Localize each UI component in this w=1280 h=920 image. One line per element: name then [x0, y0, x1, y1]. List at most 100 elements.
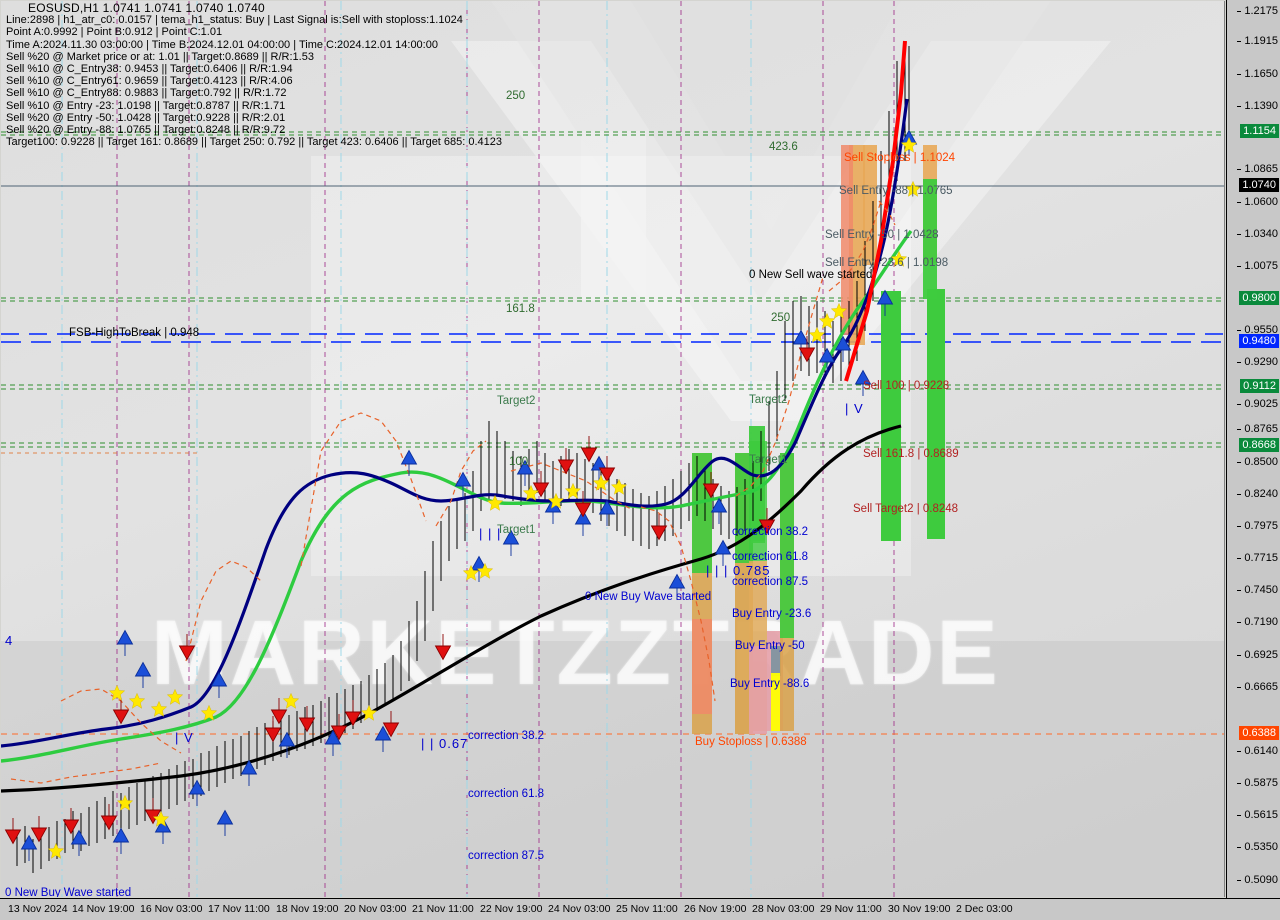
price-level-badge[interactable]: 0.9800 [1239, 291, 1279, 305]
correction-label: correction 61.8 [468, 788, 545, 800]
price-tick-label: 1.2175 [1237, 5, 1278, 17]
fibonacci-label: 423.6 [769, 141, 798, 153]
time-tick-label: 20 Nov 03:00 [344, 903, 407, 915]
tick-mark [1237, 266, 1242, 267]
price-level-badge[interactable]: 0.9112 [1240, 379, 1279, 393]
buy-level-label: Buy Stoploss | 0.6388 [695, 736, 807, 748]
tick-mark [1237, 847, 1242, 848]
info-line: Sell %10 @ Entry -23: 1.0198 || Target:0… [6, 99, 286, 112]
price-tick-label: 1.0340 [1237, 228, 1278, 240]
wave-label: | | | [479, 526, 502, 541]
price-tick-label: 0.7975 [1237, 520, 1278, 532]
tick-mark [1237, 655, 1242, 656]
sell-level-label: Sell Target2 | 0.8248 [853, 503, 959, 515]
time-tick-label: 25 Nov 11:00 [616, 903, 678, 915]
info-line: Time A:2024.11.30 03:00:00 | Time B:2024… [6, 38, 438, 51]
price-tick-label: 0.5615 [1237, 809, 1278, 821]
price-tick-label: 0.6665 [1237, 681, 1278, 693]
info-line: Sell %20 @ Market price or at: 1.01 || T… [6, 50, 314, 63]
price-level-badge[interactable]: 0.6388 [1239, 726, 1279, 740]
tick-mark [1237, 11, 1242, 12]
buy-level-label: Buy Entry -88.6 [730, 678, 810, 690]
price-tick-label: 0.8240 [1237, 488, 1278, 500]
tick-mark [1237, 362, 1242, 363]
fibonacci-label: 250 [771, 312, 791, 324]
tick-mark [1237, 751, 1242, 752]
price-level-badge[interactable]: 0.9480 [1239, 334, 1279, 348]
price-tick-label: 1.0075 [1237, 260, 1278, 272]
tick-mark [1237, 404, 1242, 405]
price-tick-label: 0.7715 [1237, 552, 1278, 564]
time-tick-label: 21 Nov 11:00 [412, 903, 474, 915]
price-tick-label: 0.8765 [1237, 423, 1278, 435]
sell-level-label: Sell Entry -88 | 1.0765 [839, 185, 953, 197]
time-tick-label: 14 Nov 19:00 [72, 903, 135, 915]
tick-mark [1237, 106, 1242, 107]
price-tick-label: 0.7450 [1237, 584, 1278, 596]
price-level-badge[interactable]: 1.1154 [1240, 124, 1279, 138]
time-tick-label: 16 Nov 03:00 [140, 903, 203, 915]
buy-level-label: Buy Entry -23.6 [732, 608, 812, 620]
time-tick-label: 29 Nov 11:00 [820, 903, 882, 915]
sell-level-label: Sell 100 | 0.9228 [863, 380, 950, 392]
tick-mark [1237, 74, 1242, 75]
time-tick-label: 26 Nov 19:00 [684, 903, 747, 915]
wave-label: | V [845, 401, 864, 416]
info-line: Point A:0.9992 | Point B:0.912 | Point C… [6, 26, 223, 39]
tick-mark [1237, 202, 1242, 203]
price-tick-label: 0.7190 [1237, 616, 1278, 628]
price-tick-label: 0.9290 [1237, 356, 1278, 368]
tick-mark [1237, 234, 1242, 235]
price-tick-label: 0.5090 [1237, 874, 1278, 886]
tick-mark [1237, 590, 1242, 591]
tick-mark [1237, 462, 1242, 463]
target-label: Target2 [497, 395, 536, 407]
info-line: Sell %20 @ Entry -88: 1.0765 || Target:0… [6, 124, 286, 137]
price-tick-label: 0.6140 [1237, 745, 1278, 757]
symbol-period-label: EOSUSD,H1 1.0741 1.0741 1.0740 1.0740 [28, 1, 265, 15]
price-level-badge[interactable]: 1.0740 [1239, 178, 1279, 192]
price-tick-label: 0.6925 [1237, 649, 1278, 661]
price-tick-label: 0.8500 [1237, 456, 1278, 468]
target-label: Target1 [749, 454, 788, 466]
price-tick-label: 1.1390 [1237, 100, 1278, 112]
sell-level-label: Sell Stoploss | 1.1024 [844, 152, 956, 164]
event-label: 0 New Sell wave started [749, 269, 873, 281]
tick-mark [1237, 880, 1242, 881]
price-tick-label: 1.1915 [1237, 35, 1278, 47]
wave-label: | V [175, 730, 194, 745]
tick-mark [1237, 815, 1242, 816]
time-tick-label: 22 Nov 19:00 [480, 903, 543, 915]
info-line: Sell %20 @ Entry -50: 1.0428 || Target:0… [6, 111, 286, 124]
price-tick-label: 1.0865 [1237, 163, 1278, 175]
sell-level-label: Sell 161.8 | 0.8689 [863, 448, 959, 460]
correction-label: correction 38.2 [732, 526, 809, 538]
time-tick-label: 24 Nov 03:00 [548, 903, 611, 915]
info-line: Sell %10 @ C_Entry61: 0.9659 || Target:0… [6, 75, 293, 88]
time-tick-label: 30 Nov 19:00 [888, 903, 951, 915]
time-axis[interactable]: 13 Nov 2024 14 Nov 19:00 16 Nov 03:00 17 No… [0, 898, 1280, 920]
tick-mark [1237, 429, 1242, 430]
time-tick-label: 17 Nov 11:00 [208, 903, 270, 915]
wave-label: | | | 0.785 [706, 563, 771, 578]
tick-mark [1237, 494, 1242, 495]
price-level-badge[interactable]: 0.8668 [1239, 438, 1279, 452]
time-tick-label: 2 Dec 03:00 [956, 903, 1013, 915]
price-tick-label: 0.5350 [1237, 841, 1278, 853]
fibonacci-label: 250 [506, 90, 526, 102]
time-tick-label: 28 Nov 03:00 [752, 903, 815, 915]
correction-label: correction 87.5 [468, 850, 545, 862]
tick-mark [1237, 526, 1242, 527]
tick-mark [1237, 687, 1242, 688]
tick-mark [1237, 783, 1242, 784]
tick-mark [1237, 558, 1242, 559]
wave-label: 4 [5, 633, 14, 648]
target-label: Target2 [749, 394, 788, 406]
tick-mark [1237, 330, 1242, 331]
wave-label: | | 0.67 [421, 736, 469, 751]
time-tick-label: 18 Nov 19:00 [276, 903, 339, 915]
price-axis[interactable]: 1.2175 1.1915 1.1650 1.1390 1.0865 1.0600 1.03… [1226, 0, 1280, 898]
tick-mark [1237, 622, 1242, 623]
sell-level-label: Sell Entry -23.6 | 1.0198 [825, 257, 949, 269]
info-line: Sell %10 @ C_Entry88: 0.9883 || Target:0… [6, 87, 287, 100]
